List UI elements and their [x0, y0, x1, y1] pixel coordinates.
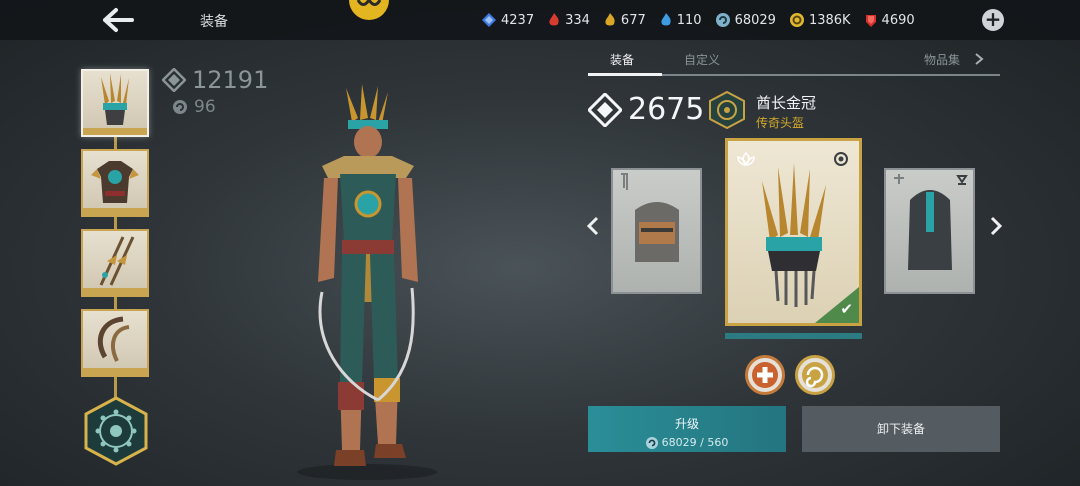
- top-bar: 装备 4237 334 677 110 68029 1386K 4690 +: [0, 0, 1080, 40]
- tab-equipment[interactable]: 装备: [610, 51, 634, 68]
- hero-character[interactable]: [282, 82, 452, 482]
- total-power: 12191: [162, 66, 268, 94]
- currency-gold-coin[interactable]: 1386K: [789, 12, 851, 28]
- enhance-button[interactable]: [745, 355, 785, 395]
- tab-bar: 装备 自定义 物品集: [588, 51, 1000, 75]
- page-title: 装备: [200, 14, 228, 30]
- spiral-coin-icon: [645, 436, 658, 449]
- tab-custom[interactable]: 自定义: [684, 51, 720, 68]
- item-set-emblem-icon[interactable]: [708, 91, 746, 129]
- gold-coin-icon: [789, 13, 804, 27]
- blue-flame-icon: [661, 13, 671, 26]
- back-button[interactable]: [100, 6, 136, 34]
- upgrade-cost: 68029 / 560: [588, 436, 786, 449]
- dark-helmet-icon: [894, 174, 968, 270]
- gold-flame-icon: [605, 13, 615, 26]
- check-icon: ✔: [840, 300, 853, 318]
- item-card-right[interactable]: [884, 168, 975, 294]
- ruby-icon: [865, 15, 876, 27]
- arrow-left-icon: [103, 8, 134, 32]
- tab-active-indicator: [588, 73, 662, 76]
- item-rarity: 传奇头盔: [756, 116, 805, 130]
- power-gem-icon: [588, 92, 622, 127]
- level-spiral-icon: [173, 100, 187, 114]
- add-currency-button[interactable]: +: [982, 9, 1004, 31]
- item-name: 酋长金冠: [756, 94, 817, 112]
- steel-helmet-icon: [621, 173, 679, 262]
- selected-item-bar: [725, 333, 862, 339]
- slot-weapon[interactable]: [81, 229, 149, 297]
- tab-sets[interactable]: 物品集: [924, 51, 984, 68]
- currency-value: 4690: [881, 12, 915, 28]
- spiral-coin-icon: [715, 13, 730, 27]
- gold-emblem-icon: [349, 0, 389, 20]
- upgrade-label: 升级: [674, 417, 699, 431]
- currency-value: 334: [565, 12, 590, 28]
- tab-sets-label: 物品集: [924, 53, 961, 67]
- red-flame-icon: [549, 13, 559, 26]
- currency-value: 1386K: [808, 12, 851, 28]
- currency-blue-crystal[interactable]: 4237: [482, 13, 534, 28]
- item-card-selected[interactable]: ✔: [725, 138, 862, 326]
- currency-blue-flame[interactable]: 110: [660, 13, 702, 28]
- currency-value: 4237: [501, 12, 535, 28]
- carousel-prev-button[interactable]: [583, 212, 603, 240]
- swirl-icon: [802, 362, 828, 388]
- armor-thumbnail-icon: [91, 161, 139, 203]
- slot-helmet[interactable]: [81, 69, 149, 137]
- blue-crystal-icon: [482, 13, 496, 27]
- currency-ruby[interactable]: 4690: [865, 13, 915, 28]
- helmet-thumbnail-icon: [101, 73, 129, 125]
- currency-spiral-coin[interactable]: 68029: [715, 12, 776, 28]
- total-power-value: 12191: [192, 66, 269, 94]
- ability-emblem-icon[interactable]: [84, 396, 148, 466]
- currency-bar: 4237 334 677 110 68029 1386K 4690: [482, 11, 929, 29]
- slot-ranged[interactable]: [81, 309, 149, 377]
- upgrade-cost-value: 68029 / 560: [661, 436, 729, 449]
- currency-gold-flame[interactable]: 677: [604, 13, 646, 28]
- character-level: 96: [172, 97, 216, 117]
- currency-value: 110: [676, 12, 702, 28]
- chevron-right-icon: [975, 53, 984, 65]
- weapon-thumbnail-icon: [99, 236, 135, 286]
- character-level-value: 96: [194, 97, 216, 117]
- upgrade-button[interactable]: 升级 68029 / 560: [588, 406, 786, 452]
- currency-value: 68029: [734, 12, 776, 28]
- item-power-value: 2675: [628, 92, 705, 127]
- slot-armor[interactable]: [81, 149, 149, 217]
- currency-value: 677: [620, 12, 646, 28]
- item-card-left[interactable]: [611, 168, 702, 294]
- carousel-next-button[interactable]: [986, 212, 1006, 240]
- currency-red-flame[interactable]: 334: [548, 13, 590, 28]
- power-gem-icon: [162, 68, 186, 92]
- item-power: 2675: [588, 92, 704, 127]
- plus-cross-icon: [752, 362, 778, 388]
- enchant-button[interactable]: [795, 355, 835, 395]
- sickle-thumbnail-icon: [98, 316, 130, 362]
- unequip-button[interactable]: 卸下装备: [802, 406, 1000, 452]
